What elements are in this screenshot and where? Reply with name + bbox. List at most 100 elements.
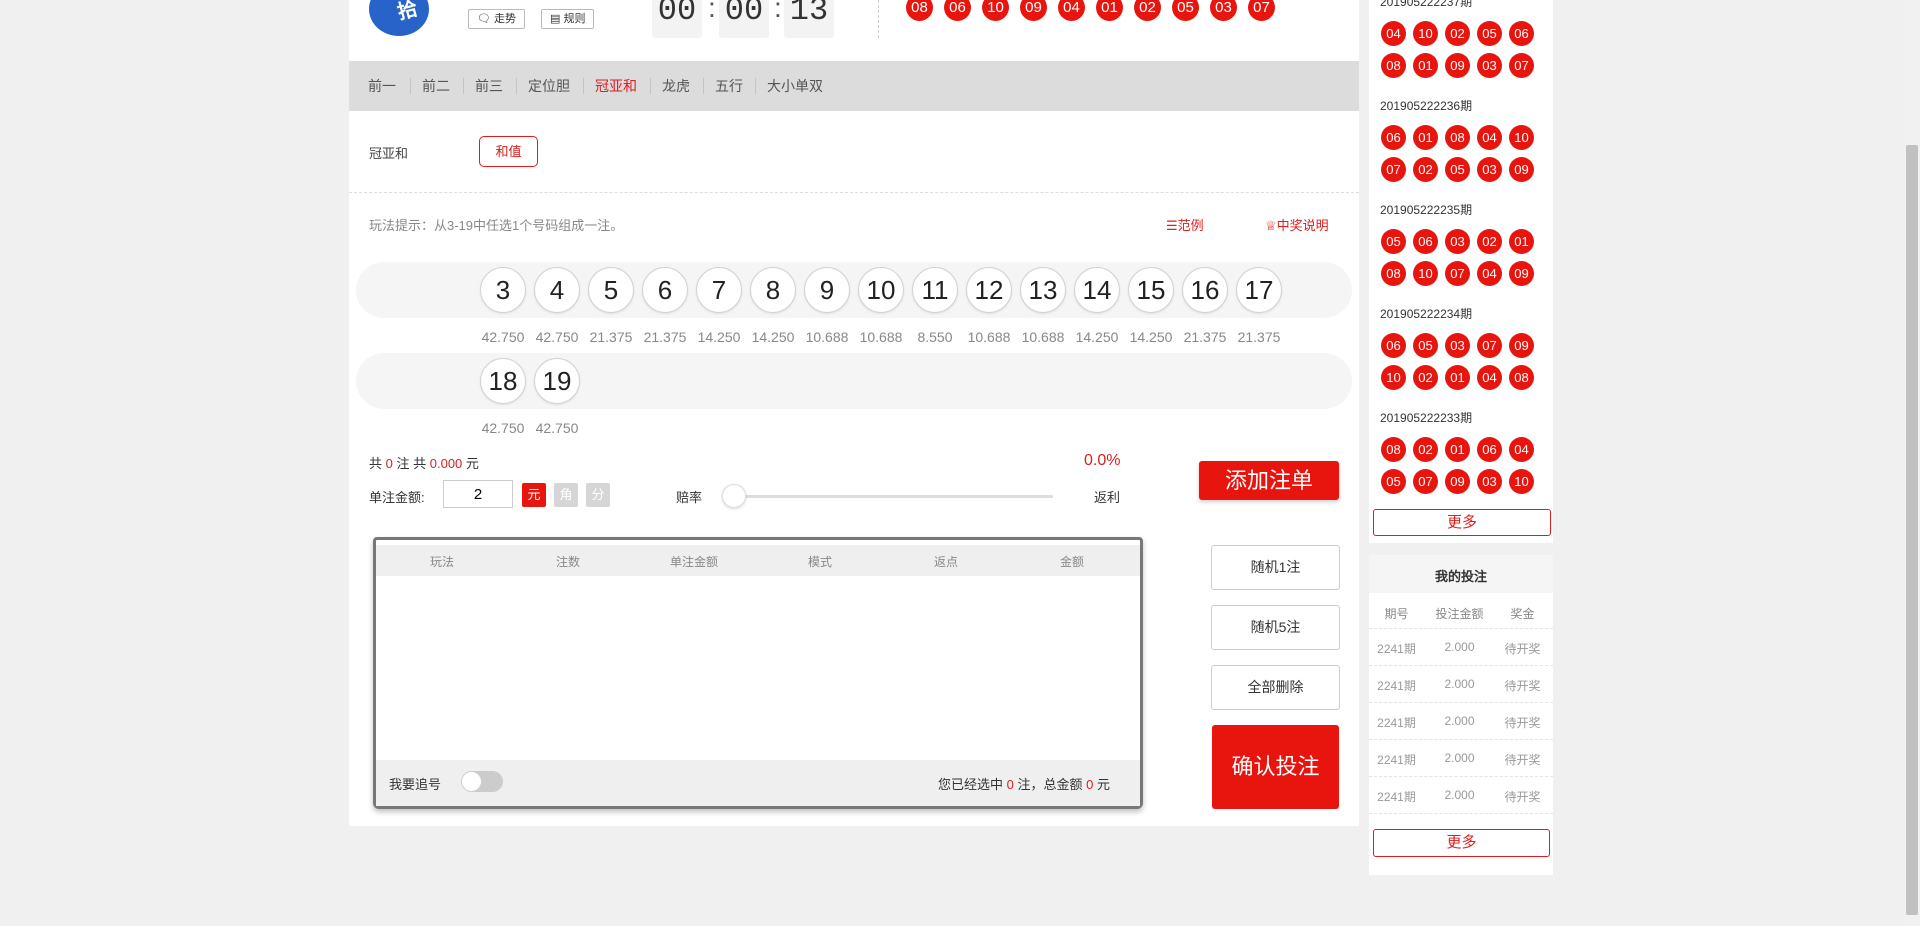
cart-total-text: 元 <box>1097 777 1111 792</box>
history-ball: 04 <box>1477 125 1502 150</box>
header-divider <box>878 0 879 38</box>
number-ball[interactable]: 9 <box>804 267 850 313</box>
cart-total-text: 您已经选中 <box>938 777 1004 792</box>
tab-5[interactable]: 冠亚和 <box>583 78 648 94</box>
history-ball: 06 <box>1381 333 1406 358</box>
random-5-button[interactable]: 随机5注 <box>1211 605 1340 650</box>
cart-column-header: 注数 <box>555 555 580 569</box>
history-ball: 03 <box>1445 333 1470 358</box>
example-link[interactable]: ☰范例 <box>1166 215 1204 234</box>
number-ball[interactable]: 16 <box>1182 267 1228 313</box>
rebate-slider-track[interactable] <box>733 495 1053 498</box>
history-ball: 04 <box>1477 261 1502 286</box>
history-ball: 05 <box>1381 469 1406 494</box>
number-ball[interactable]: 17 <box>1236 267 1282 313</box>
rules-button[interactable]: ▤ 规则 <box>541 9 595 29</box>
tab-6[interactable]: 龙虎 <box>650 78 701 94</box>
history-ball: 04 <box>1509 437 1534 462</box>
tab-2[interactable]: 前二 <box>410 78 461 94</box>
summary-amount: 0.000 <box>429 456 463 471</box>
rebate-slider-handle[interactable] <box>722 484 746 508</box>
history-ball: 08 <box>1445 125 1470 150</box>
number-ball[interactable]: 8 <box>750 267 796 313</box>
tab-3[interactable]: 前三 <box>463 78 514 94</box>
chase-toggle-knob <box>462 772 481 791</box>
my-bets-cell: 2.000 <box>1444 640 1475 654</box>
history-ball: 10 <box>1413 21 1438 46</box>
unit-amount-label: 单注金额: <box>369 490 425 505</box>
history-ball: 01 <box>1413 125 1438 150</box>
document-icon: ▤ <box>550 13 561 25</box>
history-ball: 06 <box>1477 437 1502 462</box>
number-ball[interactable]: 11 <box>912 267 958 313</box>
history-ball: 04 <box>1381 21 1406 46</box>
history-ball: 09 <box>1509 261 1534 286</box>
subplay-option-sum[interactable]: 和值 <box>479 136 538 167</box>
confirm-bet-button[interactable]: 确认投注 <box>1212 725 1339 809</box>
number-ball[interactable]: 7 <box>696 267 742 313</box>
number-odds: 42.750 <box>481 420 525 436</box>
number-ball[interactable]: 14 <box>1074 267 1120 313</box>
my-bets-cell: 2241期 <box>1377 642 1416 656</box>
delete-all-button[interactable]: 全部删除 <box>1211 665 1340 710</box>
number-ball[interactable]: 15 <box>1128 267 1174 313</box>
play-hint: 玩法提示：从3-19中任选1个号码组成一注。 <box>369 218 624 233</box>
summary-text: 元 <box>465 456 479 471</box>
history-ball: 01 <box>1413 53 1438 78</box>
number-ball[interactable]: 6 <box>642 267 688 313</box>
cart-total-text: 注，总金额 <box>1017 777 1083 792</box>
chase-label: 我要追号 <box>389 777 442 792</box>
add-bet-button[interactable]: 添加注单 <box>1199 461 1339 500</box>
number-ball[interactable]: 18 <box>480 358 526 404</box>
tab-4[interactable]: 定位胆 <box>516 78 581 94</box>
number-odds: 10.688 <box>967 329 1011 345</box>
my-bets-cell: 2241期 <box>1377 679 1416 693</box>
unit-1-button[interactable]: 元 <box>522 483 546 507</box>
history-ball: 07 <box>1381 157 1406 182</box>
history-ball: 07 <box>1445 261 1470 286</box>
number-ball[interactable]: 12 <box>966 267 1012 313</box>
summary-text: 共 <box>369 456 383 471</box>
my-bets-cell: 2.000 <box>1444 788 1475 802</box>
number-ball[interactable]: 10 <box>858 267 904 313</box>
random-1-button[interactable]: 随机1注 <box>1211 545 1340 590</box>
history-ball: 02 <box>1413 437 1438 462</box>
cart-column-header: 模式 <box>807 555 832 569</box>
unit-amount-input[interactable] <box>443 480 513 508</box>
row-divider <box>1369 702 1553 703</box>
number-ball[interactable]: 4 <box>534 267 580 313</box>
trend-button[interactable]: 🗨︎ 走势 <box>468 9 526 29</box>
history-ball: 04 <box>1477 365 1502 390</box>
countdown-colon: : <box>708 0 716 23</box>
row-divider <box>1369 776 1553 777</box>
history-ball: 03 <box>1477 469 1502 494</box>
scrollbar-thumb[interactable] <box>1906 145 1918 915</box>
history-ball: 01 <box>1445 437 1470 462</box>
row-divider <box>1369 628 1553 629</box>
my-bets-title: 我的投注 <box>1434 569 1487 584</box>
history-ball: 06 <box>1381 125 1406 150</box>
unit-2-button[interactable]: 角 <box>554 483 578 507</box>
unit-3-button[interactable]: 分 <box>586 483 610 507</box>
issue-number: 201905222236期 <box>1380 99 1473 113</box>
tab-7[interactable]: 五行 <box>703 78 754 94</box>
history-ball: 03 <box>1477 53 1502 78</box>
tab-8[interactable]: 大小单双 <box>755 78 834 94</box>
number-ball[interactable]: 3 <box>480 267 526 313</box>
cart-column-header: 金额 <box>1059 555 1084 569</box>
history-more-button[interactable]: 更多 <box>1373 509 1551 536</box>
history-ball: 09 <box>1445 53 1470 78</box>
trophy-icon: ♕ <box>1265 218 1277 233</box>
number-odds: 14.250 <box>697 329 741 345</box>
tab-1[interactable]: 前一 <box>357 78 407 94</box>
cart-total-amount: 0 <box>1086 777 1094 792</box>
number-odds: 42.750 <box>481 329 525 345</box>
countdown-minutes: 00 <box>719 0 769 38</box>
number-ball[interactable]: 5 <box>588 267 634 313</box>
my-bets-more-button[interactable]: 更多 <box>1373 829 1550 857</box>
countdown-seconds: 13 <box>784 0 834 38</box>
number-odds: 10.688 <box>1021 329 1065 345</box>
number-ball[interactable]: 19 <box>534 358 580 404</box>
number-ball[interactable]: 13 <box>1020 267 1066 313</box>
prize-info-link[interactable]: ♕中奖说明 <box>1265 215 1329 234</box>
